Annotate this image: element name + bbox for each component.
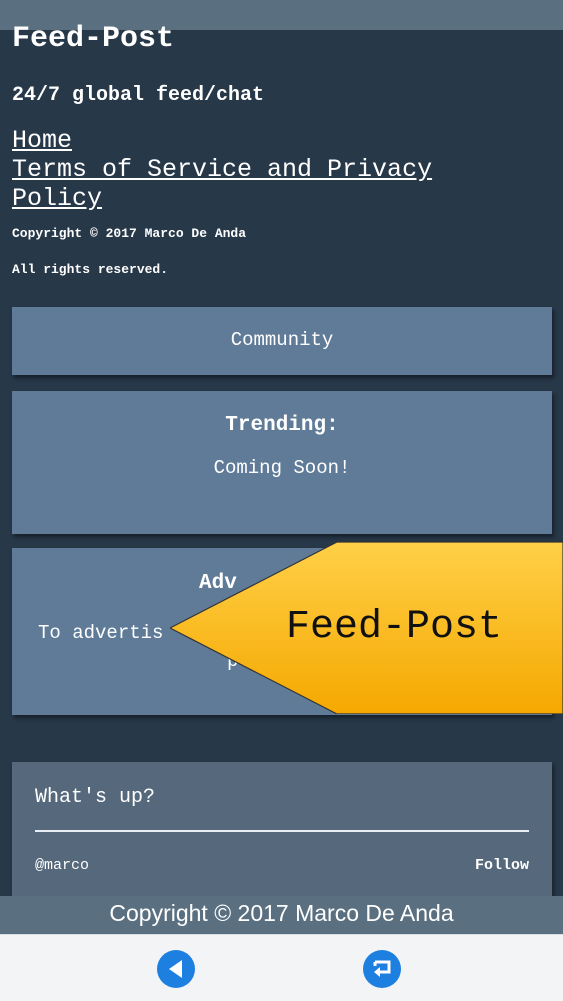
site-nav: Home Terms of Service and Privacy Policy — [12, 126, 532, 213]
follow-button[interactable]: Follow — [475, 857, 529, 874]
nav-link-home[interactable]: Home — [12, 126, 532, 155]
back-arrow-icon[interactable] — [157, 950, 195, 988]
footer-copyright: Copyright © 2017 Marco De Anda — [0, 896, 563, 934]
nav-link-terms[interactable]: Terms of Service and Privacy Policy — [12, 155, 532, 213]
trending-body: Coming Soon! — [213, 457, 351, 479]
rights-text: All rights reserved. — [12, 262, 169, 277]
site-title: Feed-Post — [12, 22, 175, 56]
site-tagline: 24/7 global feed/chat — [12, 84, 265, 107]
post-username[interactable]: @marco — [35, 857, 89, 874]
input-underline — [35, 830, 529, 832]
advertise-body: To advertis — [38, 622, 164, 644]
trending-card: Trending: Coming Soon! — [12, 391, 552, 534]
copyright-text: Copyright © 2017 Marco De Anda — [12, 226, 247, 241]
community-label: Community — [230, 329, 334, 351]
return-icon[interactable] — [363, 950, 401, 988]
community-button[interactable]: Community — [12, 307, 552, 375]
compose-box: What's up? @marco Follow — [12, 762, 552, 902]
banner-text: Feed-Post — [286, 605, 503, 650]
bottom-nav — [0, 934, 563, 1001]
post-input[interactable]: What's up? — [35, 786, 155, 809]
trending-title: Trending: — [225, 414, 339, 437]
